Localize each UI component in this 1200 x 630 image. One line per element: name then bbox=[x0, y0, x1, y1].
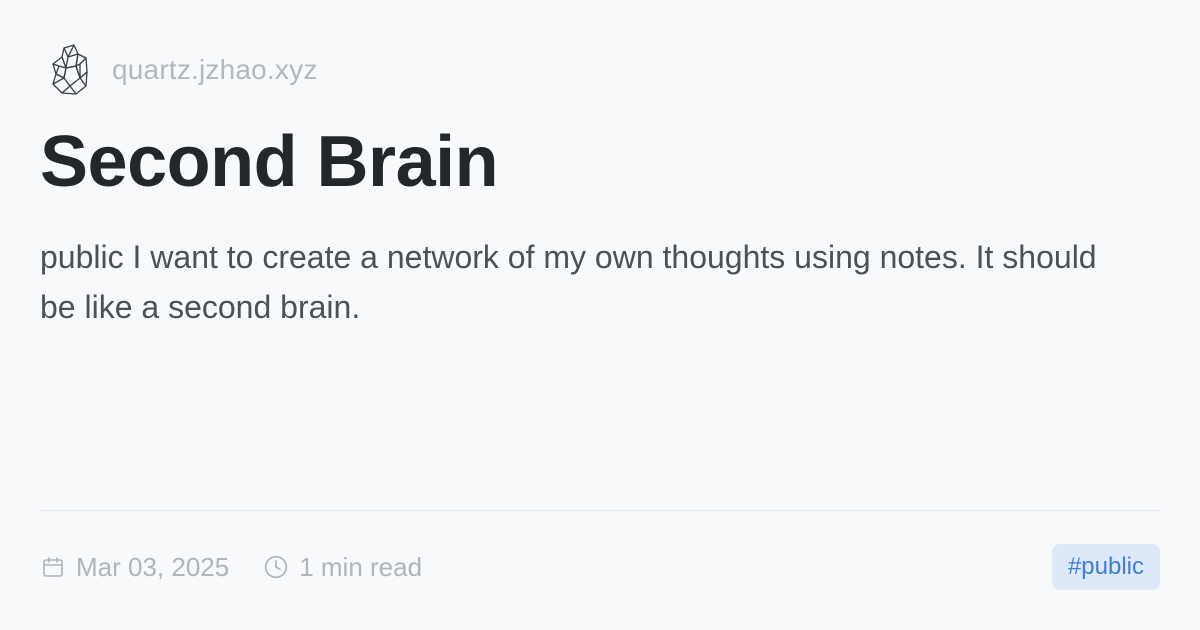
tag-public[interactable]: #public bbox=[1051, 544, 1160, 590]
site-name[interactable]: quartz.jzhao.xyz bbox=[112, 54, 318, 86]
calendar-icon bbox=[40, 554, 66, 580]
post-date: Mar 03, 2025 bbox=[76, 551, 230, 582]
meta-info: Mar 03, 2025 1 min read bbox=[40, 552, 456, 583]
read-time: 1 min read bbox=[299, 551, 423, 582]
read-time-meta: 1 min read bbox=[263, 552, 422, 583]
date-meta: Mar 03, 2025 bbox=[40, 552, 229, 583]
page-description: public I want to create a network of my … bbox=[40, 239, 1097, 325]
page-title: Second Brain bbox=[40, 122, 499, 202]
clock-icon bbox=[263, 554, 289, 580]
divider bbox=[40, 510, 1160, 511]
footer: Mar 03, 2025 1 min read #public bbox=[40, 544, 1160, 590]
site-header: quartz.jzhao.xyz bbox=[40, 40, 318, 100]
crystal-logo-icon bbox=[40, 40, 100, 100]
og-card: quartz.jzhao.xyz Second Brain public I w… bbox=[40, 0, 1160, 630]
